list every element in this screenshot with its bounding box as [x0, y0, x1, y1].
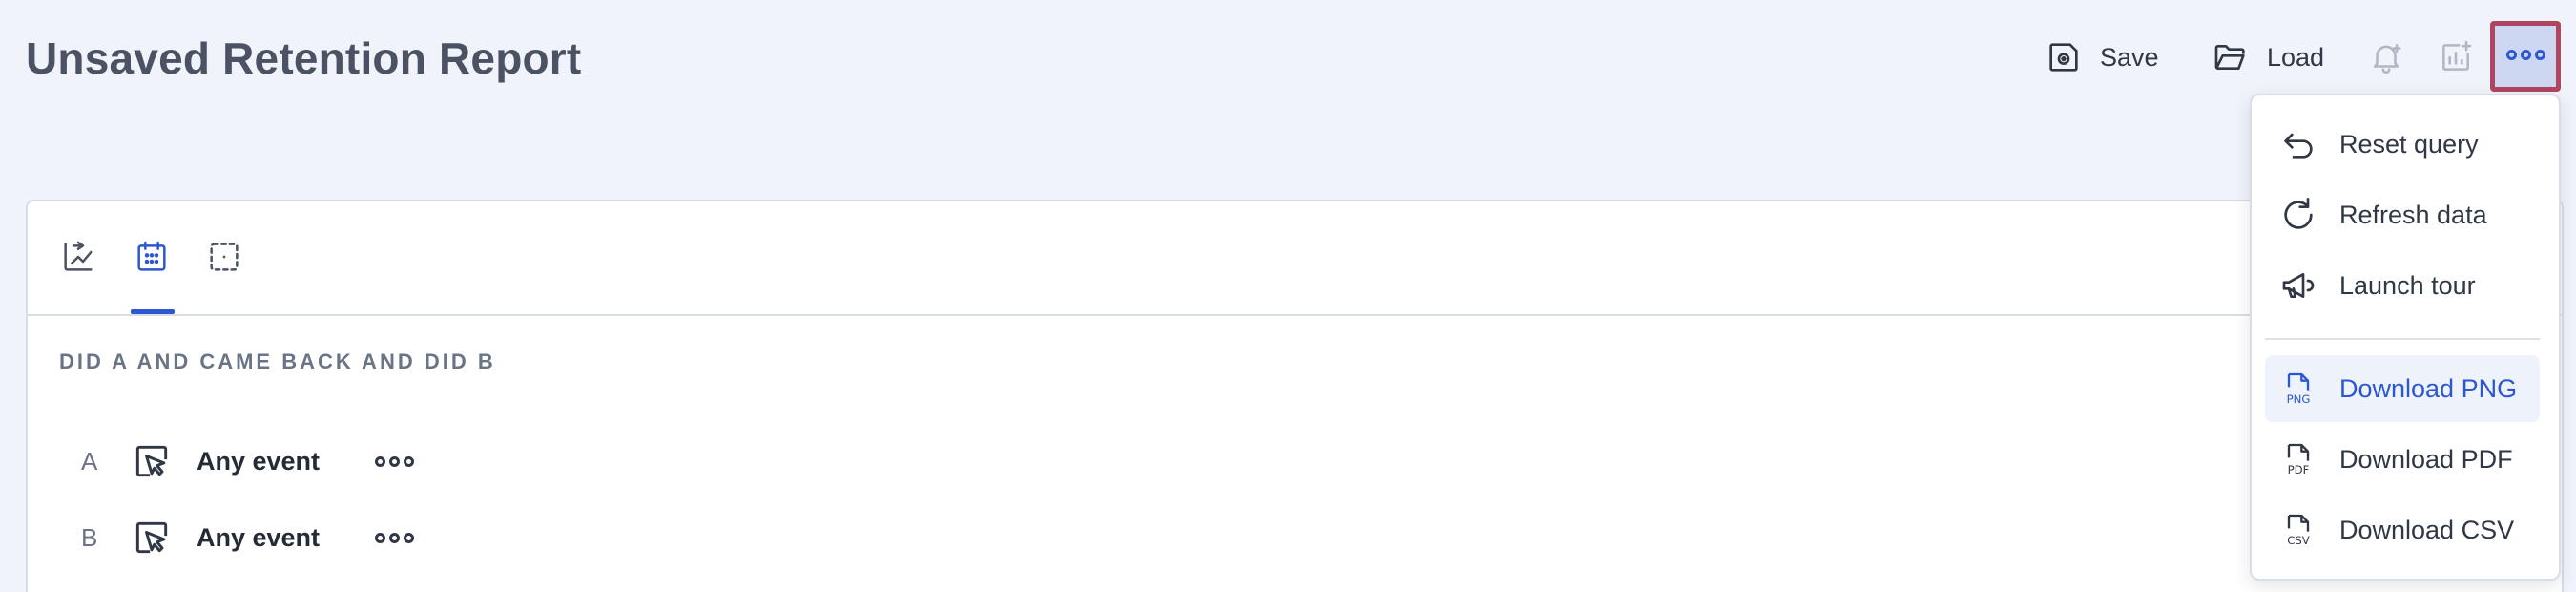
- tab-calendar[interactable]: [133, 238, 175, 280]
- menu-item-launch-tour[interactable]: Launch tour: [2265, 252, 2540, 319]
- load-button[interactable]: Load: [2212, 32, 2324, 82]
- event-cursor-icon: [131, 440, 173, 482]
- row-letter: A: [81, 446, 98, 476]
- save-button[interactable]: Save: [2045, 32, 2159, 82]
- row-letter: B: [81, 522, 98, 552]
- more-horizontal-icon: [2504, 48, 2547, 65]
- active-tab-indicator: [131, 309, 175, 314]
- alert-button[interactable]: [2363, 34, 2409, 80]
- menu-item-download-csv[interactable]: CSV Download CSV: [2265, 497, 2540, 563]
- query-builder-panel: DID A AND CAME BACK AND DID B A Any even…: [26, 200, 2564, 592]
- save-label: Save: [2100, 42, 2159, 72]
- save-icon: [2049, 43, 2078, 72]
- tab-selection[interactable]: [205, 238, 247, 280]
- csv-file-icon: CSV: [2278, 510, 2318, 550]
- more-options-button[interactable]: [2490, 21, 2561, 92]
- menu-item-download-png[interactable]: PNG Download PNG: [2265, 355, 2540, 422]
- menu-item-label: Launch tour: [2339, 270, 2476, 300]
- pdf-file-icon: PDF: [2278, 439, 2318, 479]
- add-to-board-button[interactable]: [2433, 34, 2479, 80]
- event-more-icon[interactable]: [375, 455, 415, 467]
- report-toolbar: Save Load: [0, 21, 2576, 94]
- section-label: DID A AND CAME BACK AND DID B: [59, 349, 496, 373]
- svg-text:CSV: CSV: [2287, 534, 2310, 547]
- menu-item-reset-query[interactable]: Reset query: [2265, 111, 2540, 178]
- tab-retention[interactable]: [59, 238, 101, 280]
- more-options-menu: Reset query Refresh data Launch tour PNG…: [2250, 94, 2561, 581]
- event-cursor-icon: [131, 517, 173, 559]
- menu-item-label: Refresh data: [2339, 200, 2487, 229]
- folder-icon: [2214, 45, 2245, 70]
- menu-item-label: Reset query: [2339, 129, 2479, 159]
- megaphone-icon: [2278, 265, 2318, 306]
- retention-icon: [64, 241, 93, 271]
- menu-item-label: Download PNG: [2339, 373, 2518, 403]
- add-to-board-icon: [2442, 40, 2472, 71]
- event-more-icon[interactable]: [375, 532, 415, 543]
- menu-item-label: Download CSV: [2339, 515, 2515, 544]
- menu-item-download-pdf[interactable]: PDF Download PDF: [2265, 426, 2540, 493]
- selection-icon: [210, 243, 239, 271]
- event-row-b[interactable]: B Any event: [81, 514, 415, 561]
- png-file-icon: PNG: [2278, 369, 2318, 409]
- undo-icon: [2278, 124, 2318, 164]
- menu-item-refresh-data[interactable]: Refresh data: [2265, 181, 2540, 248]
- load-label: Load: [2267, 42, 2325, 72]
- svg-text:PNG: PNG: [2287, 392, 2311, 406]
- bell-plus-icon: [2373, 44, 2401, 74]
- event-label[interactable]: Any event: [197, 447, 320, 476]
- event-label[interactable]: Any event: [197, 523, 320, 553]
- event-row-a[interactable]: A Any event: [81, 437, 415, 485]
- menu-divider: [2265, 338, 2540, 340]
- panel-tabs: [28, 201, 2562, 316]
- calendar-icon: [137, 241, 166, 271]
- refresh-icon: [2278, 195, 2318, 235]
- svg-text:PDF: PDF: [2288, 463, 2310, 476]
- menu-item-label: Download PDF: [2339, 444, 2513, 474]
